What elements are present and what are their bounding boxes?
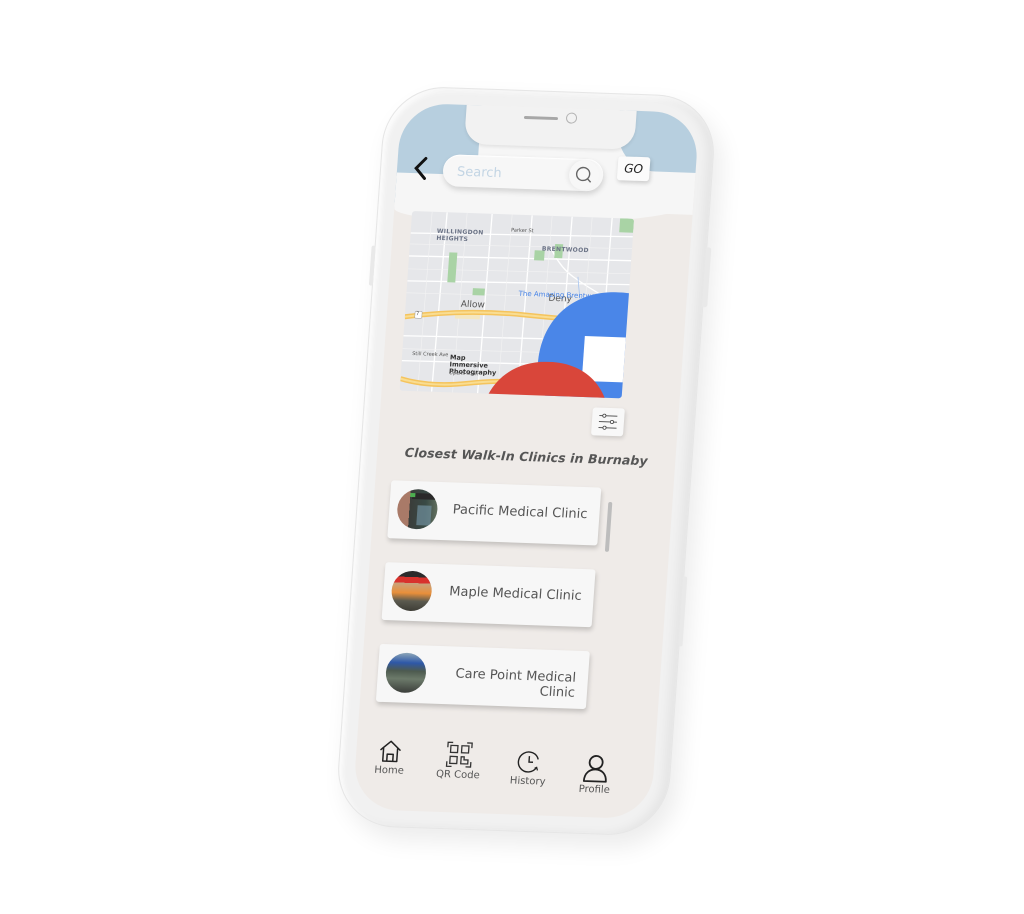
highway-number: 7 <box>415 311 420 318</box>
map-view[interactable]: WILLINGDON HEIGHTS BRENTWOOD Parker St S… <box>399 211 635 399</box>
nav-label: Profile <box>578 783 611 796</box>
map-place-label: Allow <box>460 299 486 311</box>
search-icon <box>575 166 592 183</box>
clinic-name: Maple Medical Clinic <box>448 584 583 604</box>
nav-label: Home <box>373 764 405 777</box>
clinic-photo <box>390 570 434 612</box>
profile-icon <box>582 755 607 783</box>
history-icon <box>517 751 539 773</box>
chevron-left-icon <box>414 157 428 180</box>
phone-frame: GO <box>334 85 718 837</box>
zoom-out-button[interactable] <box>585 349 609 372</box>
clinic-name: Pacific Medical Clinic <box>452 502 588 523</box>
phone-notch <box>463 102 638 150</box>
nav-label: History <box>509 775 546 788</box>
back-button[interactable] <box>410 153 432 184</box>
speaker-grille <box>523 115 559 121</box>
list-scrollbar[interactable] <box>604 501 613 552</box>
nav-profile[interactable]: Profile <box>572 753 619 796</box>
nav-home[interactable]: Home <box>367 738 414 777</box>
clinic-photo <box>384 652 428 694</box>
qr-code-icon <box>445 741 473 768</box>
home-icon <box>380 740 402 763</box>
mockup-stage: GO <box>0 0 1024 914</box>
map-neighborhood-label: WILLINGDON HEIGHTS <box>436 227 484 243</box>
bottom-nav: Home QR Code History Profile <box>352 729 656 819</box>
clinic-card[interactable]: Care Point Medical Clinic <box>375 643 590 710</box>
clinic-card[interactable]: Pacific Medical Clinic <box>387 480 602 546</box>
nav-qr-code[interactable]: QR Code <box>433 740 486 782</box>
search-bar <box>441 154 605 192</box>
search-input[interactable] <box>454 160 570 187</box>
clinic-photo <box>395 488 439 530</box>
clinic-name: Care Point Medical Clinic <box>454 666 577 701</box>
map-pin-subtitle: Opens soon <box>448 370 479 378</box>
zoom-in-button[interactable] <box>588 317 612 340</box>
front-camera <box>565 112 578 124</box>
nav-history[interactable]: History <box>504 748 553 788</box>
search-button[interactable] <box>568 159 601 191</box>
clinic-card[interactable]: Maple Medical Clinic <box>381 562 596 628</box>
sliders-icon <box>598 413 618 430</box>
phone-screen: GO <box>352 102 700 820</box>
go-button[interactable]: GO <box>616 156 651 182</box>
section-title: Closest Walk-In Clinics in Burnaby <box>404 444 649 469</box>
map-street-label: Parker St <box>510 227 534 235</box>
phone-side-button <box>678 576 688 647</box>
phone-side-button <box>702 247 712 308</box>
filter-button[interactable] <box>590 407 625 437</box>
nav-label: QR Code <box>435 768 481 782</box>
phone-side-button <box>368 245 376 286</box>
